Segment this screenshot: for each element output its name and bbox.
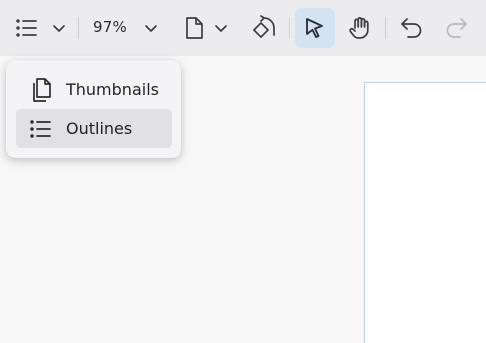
toolbar: 97% [0, 0, 486, 56]
page-view-button[interactable] [180, 14, 208, 42]
thumbnails-icon [28, 77, 54, 103]
menu-item-thumbnails[interactable]: Thumbnails [16, 70, 172, 109]
toolbar-divider [289, 17, 290, 39]
menu-item-label: Thumbnails [66, 80, 159, 99]
hand-icon [347, 15, 373, 41]
undo-button[interactable] [396, 12, 428, 44]
sidebar-mode-menu: Thumbnails Outlines [6, 60, 181, 158]
zoom-dropdown-button[interactable] [140, 16, 162, 40]
rotate-button[interactable] [248, 12, 280, 44]
document-icon [183, 16, 205, 40]
zoom-level[interactable]: 97% [93, 18, 127, 36]
select-tool-icon-wrap[interactable] [295, 8, 335, 48]
list-icon [28, 116, 54, 142]
page-view-dropdown-button[interactable] [210, 16, 232, 40]
sidebar-toggle-button[interactable] [10, 12, 44, 44]
chevron-down-icon [213, 20, 229, 36]
pan-tool-button[interactable] [344, 12, 376, 44]
list-icon [15, 16, 39, 40]
redo-icon [443, 15, 469, 41]
redo-button[interactable] [440, 12, 472, 44]
menu-item-label: Outlines [66, 119, 133, 138]
undo-icon [399, 15, 425, 41]
menu-item-outlines[interactable]: Outlines [16, 109, 172, 148]
chevron-down-icon [51, 20, 67, 36]
toolbar-divider [385, 17, 386, 39]
toolbar-divider [78, 17, 79, 39]
rotate-icon [251, 15, 277, 41]
document-page[interactable] [364, 82, 486, 343]
chevron-down-icon [143, 20, 159, 36]
sidebar-dropdown-button[interactable] [48, 16, 70, 40]
cursor-icon [303, 16, 327, 40]
